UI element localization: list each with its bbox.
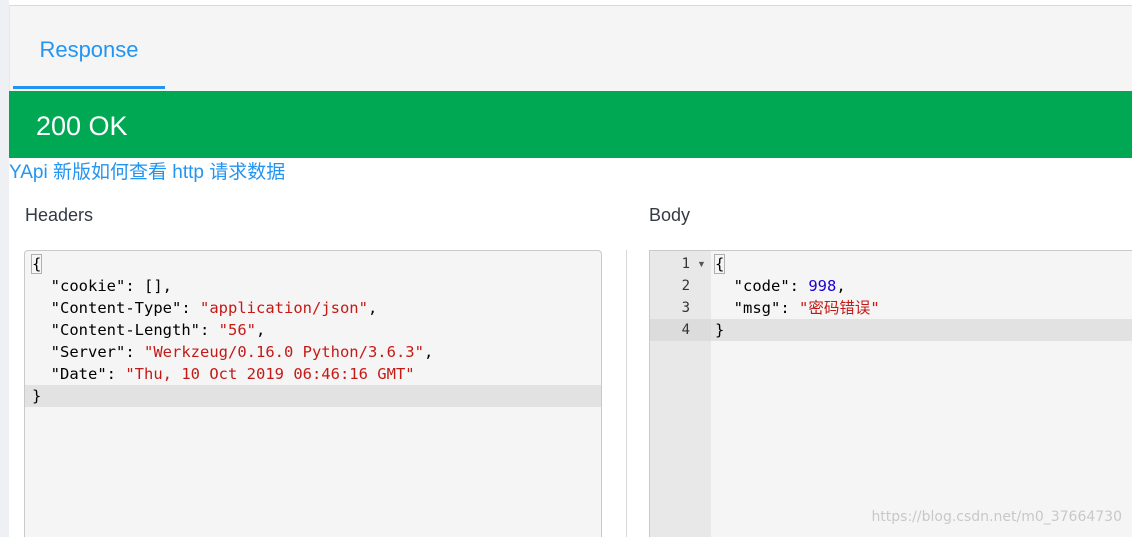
key-token: "Content-Type" <box>50 299 182 317</box>
brace-token: { <box>30 254 43 274</box>
fold-arrow-icon[interactable]: ▼ <box>697 253 707 275</box>
key-token: "Server" <box>50 343 126 361</box>
code-line: "Content-Length": "56", <box>50 321 266 339</box>
code-line: "code": 998, <box>733 277 846 295</box>
line-number: 3 <box>681 300 690 316</box>
code-line: { <box>30 253 601 275</box>
value-token: "Werkzeug/0.16.0 Python/3.6.3" <box>144 343 424 361</box>
brace-token: } <box>715 321 725 339</box>
watermark: https://blog.csdn.net/m0_37664730 <box>871 509 1122 525</box>
active-code-line: } <box>25 385 601 407</box>
code-line: "Server": "Werkzeug/0.16.0 Python/3.6.3"… <box>50 343 434 361</box>
headers-title: Headers <box>25 205 94 225</box>
status-banner: 200 OK <box>9 91 1132 158</box>
brace-token: { <box>713 254 726 274</box>
tab-response[interactable]: Response <box>13 6 165 90</box>
tab-bar: Response <box>9 5 1132 91</box>
code-line: "cookie": [], <box>50 277 172 295</box>
line-number: 1 <box>681 256 690 272</box>
help-link[interactable]: YApi 新版如何查看 http 请求数据 <box>9 160 285 186</box>
value-token: "56" <box>218 321 256 339</box>
active-tab-indicator <box>13 86 165 89</box>
left-edge <box>0 0 9 537</box>
key-token: "cookie" <box>50 277 126 295</box>
panel-divider <box>626 250 627 537</box>
code-line: "Content-Type": "application/json", <box>50 299 378 317</box>
value-token: "Thu, 10 Oct 2019 06:46:16 GMT" <box>125 365 415 383</box>
key-token: "Content-Length" <box>50 321 200 339</box>
value-token: [], <box>144 277 172 295</box>
body-editor[interactable]: 1 ▼ 2 3 4 { "code": 998, "msg": "密码错误" } <box>649 250 1132 537</box>
code-line: "Date": "Thu, 10 Oct 2019 06:46:16 GMT" <box>50 365 415 383</box>
code-line: "msg": "密码错误" <box>733 299 880 317</box>
line-number: 2 <box>681 278 690 294</box>
line-number: 4 <box>681 322 690 338</box>
key-token: "code" <box>733 277 790 295</box>
value-token: "application/json" <box>200 299 368 317</box>
value-token: "密码错误" <box>799 299 880 317</box>
brace-token: } <box>32 387 42 405</box>
code-line: { <box>713 253 1132 275</box>
body-title: Body <box>649 205 691 225</box>
active-code-line: } <box>711 319 1132 341</box>
key-token: "Date" <box>50 365 107 383</box>
status-text: 200 OK <box>36 111 128 141</box>
value-token: 998 <box>808 277 837 295</box>
headers-editor[interactable]: { "cookie": [], "Content-Type": "applica… <box>24 250 602 537</box>
key-token: "msg" <box>733 299 781 317</box>
